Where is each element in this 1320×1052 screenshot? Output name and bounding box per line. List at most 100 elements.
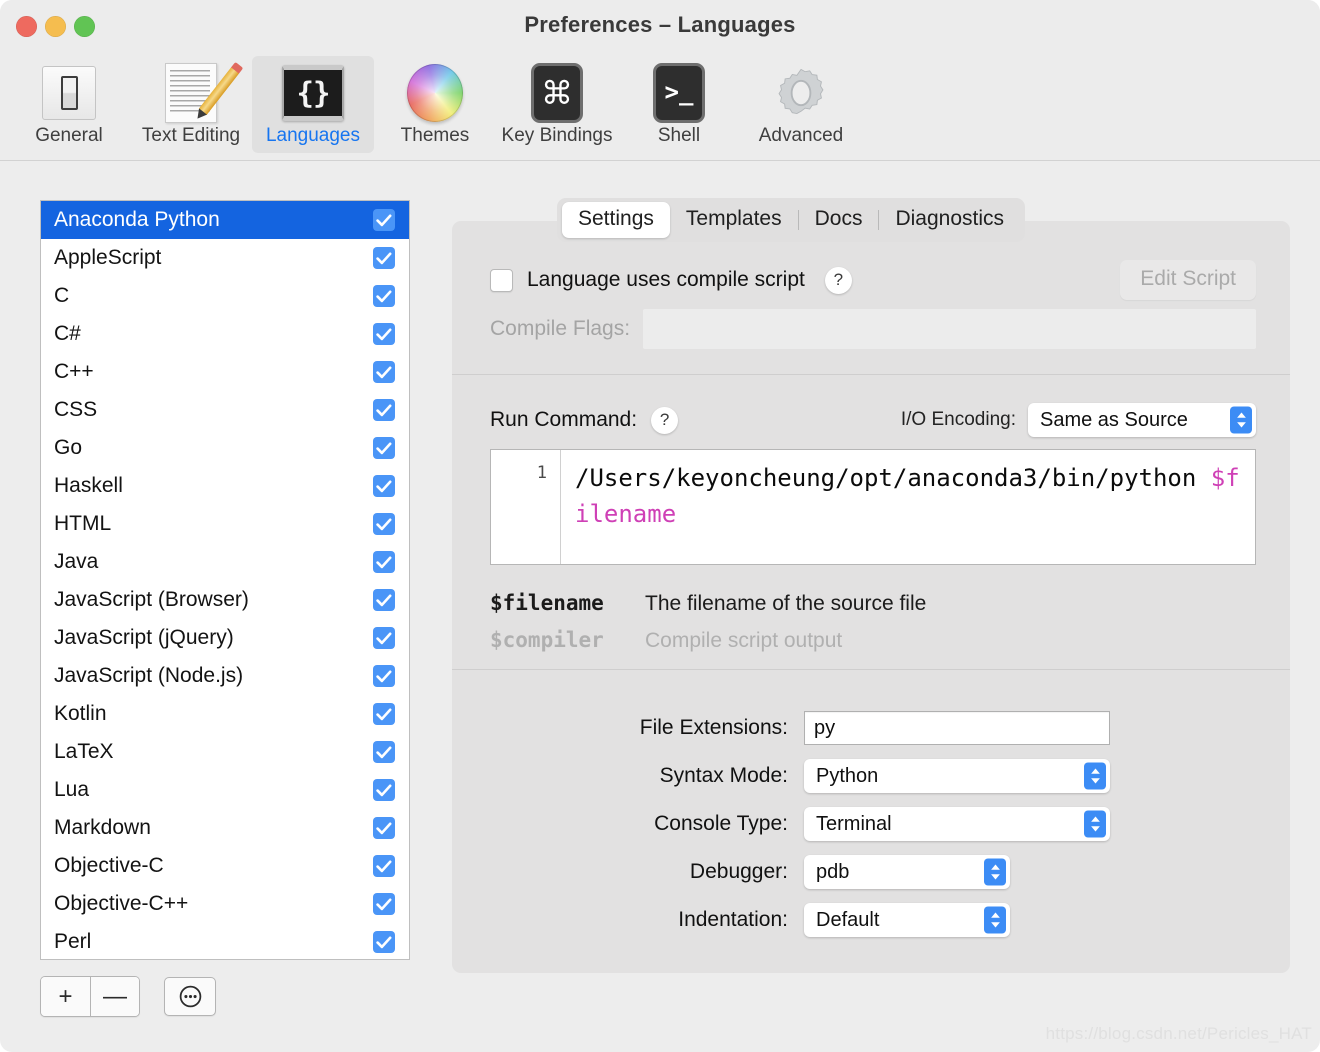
language-enabled-checkbox[interactable] [373, 323, 395, 345]
run-command-editor[interactable]: 1 /Users/keyoncheung/opt/anaconda3/bin/p… [490, 449, 1256, 565]
language-row[interactable]: CSS [41, 391, 409, 429]
indentation-select[interactable]: Default [804, 903, 1010, 937]
run-command-help-button[interactable]: ? [651, 406, 679, 434]
toolbar-item-themes[interactable]: Themes [374, 56, 496, 153]
language-row[interactable]: HTML [41, 505, 409, 543]
language-row[interactable]: JavaScript (jQuery) [41, 619, 409, 657]
console-type-select[interactable]: Terminal [804, 807, 1110, 841]
debugger-row: Debugger: pdb [452, 855, 1290, 889]
language-enabled-checkbox[interactable] [373, 741, 395, 763]
tab-docs[interactable]: Docs [799, 202, 879, 238]
color-wheel-icon [378, 62, 492, 124]
editor-code-line: /Users/keyoncheung/opt/anaconda3/bin/pyt… [561, 450, 1255, 564]
language-name: C++ [54, 360, 94, 383]
checkmark-icon [376, 898, 392, 910]
language-enabled-checkbox[interactable] [373, 703, 395, 725]
debugger-select[interactable]: pdb [804, 855, 1010, 889]
checkmark-icon [376, 708, 392, 720]
edit-script-button[interactable]: Edit Script [1120, 260, 1256, 300]
language-enabled-checkbox[interactable] [373, 399, 395, 421]
language-row[interactable]: Objective-C [41, 847, 409, 885]
toolbar-item-advanced[interactable]: Advanced [740, 56, 862, 153]
language-settings-form: File Extensions: Syntax Mode: Python Con… [452, 711, 1290, 951]
language-row[interactable]: Perl [41, 923, 409, 959]
language-list-section: Anaconda Python AppleScript C C# C++ CSS Go Has… [40, 200, 410, 1017]
language-name: HTML [54, 512, 112, 535]
language-row[interactable]: Haskell [41, 467, 409, 505]
language-enabled-checkbox[interactable] [373, 931, 395, 953]
chevron-updown-icon [1084, 762, 1106, 790]
divider-top [452, 374, 1290, 375]
file-extensions-label: File Extensions: [639, 716, 788, 739]
settings-tab-bar[interactable]: Settings Templates Docs Diagnostics [557, 198, 1026, 242]
compile-script-checkbox[interactable] [490, 268, 513, 292]
variable-legend-row: $compiler Compile script output [490, 628, 926, 653]
language-row[interactable]: Go [41, 429, 409, 467]
command-key-icon: ⌘ [500, 62, 614, 124]
more-options-button[interactable] [164, 977, 216, 1016]
terminal-prompt-icon: >_ [622, 62, 736, 124]
language-enabled-checkbox[interactable] [373, 285, 395, 307]
tab-templates[interactable]: Templates [670, 202, 798, 238]
language-list[interactable]: Anaconda Python AppleScript C C# C++ CSS Go Has… [40, 200, 410, 960]
language-enabled-checkbox[interactable] [373, 361, 395, 383]
toolbar-label-key-bindings: Key Bindings [501, 125, 613, 146]
remove-language-button[interactable]: — [90, 977, 139, 1016]
tab-diagnostics[interactable]: Diagnostics [879, 202, 1020, 238]
chevron-updown-icon [1230, 406, 1252, 434]
language-row[interactable]: Objective-C++ [41, 885, 409, 923]
language-enabled-checkbox[interactable] [373, 779, 395, 801]
language-row[interactable]: LaTeX [41, 733, 409, 771]
language-row[interactable]: AppleScript [41, 239, 409, 277]
indentation-value: Default [816, 908, 880, 931]
language-row[interactable]: Kotlin [41, 695, 409, 733]
language-row[interactable]: Markdown [41, 809, 409, 847]
language-name: Lua [54, 778, 90, 801]
checkmark-icon [376, 214, 392, 226]
preferences-window: Preferences – Languages General Text Edi… [0, 0, 1320, 1052]
checkmark-icon [376, 518, 392, 530]
language-row[interactable]: C# [41, 315, 409, 353]
language-enabled-checkbox[interactable] [373, 627, 395, 649]
console-type-value: Terminal [816, 812, 892, 835]
language-enabled-checkbox[interactable] [373, 893, 395, 915]
language-name: JavaScript (Node.js) [54, 664, 244, 687]
language-enabled-checkbox[interactable] [373, 513, 395, 535]
file-extensions-input[interactable] [804, 711, 1110, 745]
language-enabled-checkbox[interactable] [373, 855, 395, 877]
language-name: Markdown [54, 816, 151, 839]
language-row[interactable]: Java [41, 543, 409, 581]
language-enabled-checkbox[interactable] [373, 817, 395, 839]
language-enabled-checkbox[interactable] [373, 247, 395, 269]
language-enabled-checkbox[interactable] [373, 665, 395, 687]
compile-flags-input[interactable] [643, 309, 1256, 349]
language-row[interactable]: Lua [41, 771, 409, 809]
language-row[interactable]: JavaScript (Node.js) [41, 657, 409, 695]
language-enabled-checkbox[interactable] [373, 437, 395, 459]
language-enabled-checkbox[interactable] [373, 551, 395, 573]
console-type-label: Console Type: [654, 812, 788, 835]
toolbar-item-general[interactable]: General [8, 56, 130, 153]
compile-script-help-button[interactable]: ? [824, 266, 852, 294]
syntax-mode-select[interactable]: Python [804, 759, 1110, 793]
toolbar-label-shell: Shell [657, 125, 701, 146]
toolbar-item-key-bindings[interactable]: ⌘ Key Bindings [496, 56, 618, 153]
toolbar-item-text-editing[interactable]: Text Editing [130, 56, 252, 153]
syntax-mode-label: Syntax Mode: [659, 764, 788, 787]
language-enabled-checkbox[interactable] [373, 209, 395, 231]
checkmark-icon [376, 328, 392, 340]
language-row[interactable]: C++ [41, 353, 409, 391]
syntax-mode-row: Syntax Mode: Python [452, 759, 1290, 793]
add-language-button[interactable]: + [41, 977, 90, 1016]
compile-script-row: Language uses compile script ? Edit Scri… [490, 260, 1256, 300]
tab-settings[interactable]: Settings [562, 202, 670, 238]
language-row[interactable]: JavaScript (Browser) [41, 581, 409, 619]
language-name: Objective-C++ [54, 892, 189, 915]
language-row[interactable]: Anaconda Python [41, 201, 409, 239]
language-enabled-checkbox[interactable] [373, 589, 395, 611]
language-row[interactable]: C [41, 277, 409, 315]
language-enabled-checkbox[interactable] [373, 475, 395, 497]
io-encoding-select[interactable]: Same as Source [1028, 403, 1256, 437]
toolbar-item-languages[interactable]: {} Languages [252, 56, 374, 153]
toolbar-item-shell[interactable]: >_ Shell [618, 56, 740, 153]
